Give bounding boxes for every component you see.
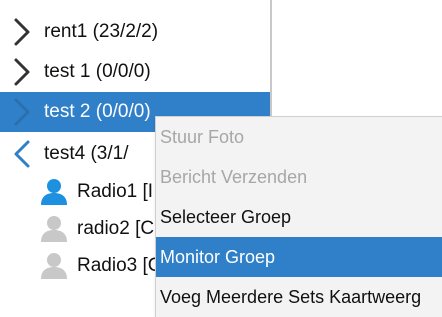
tree-user-label: Radio3 [C (77, 255, 162, 276)
menu-item-label: Voeg Meerdere Sets Kaartweerg (160, 286, 422, 307)
menu-item-label: Bericht Verzenden (160, 166, 308, 187)
menu-item-label: Monitor Groep (160, 246, 276, 267)
user-offline-icon (40, 252, 68, 280)
tree-group-test-1[interactable]: test 1 (0/0/0) (0, 52, 270, 92)
chevron-right-icon[interactable] (12, 57, 32, 87)
chevron-right-icon[interactable] (12, 17, 32, 47)
tree-group-label: rent1 (23/2/2) (44, 21, 159, 42)
tree-group-rent1[interactable]: rent1 (23/2/2) (0, 12, 270, 52)
user-offline-icon (40, 215, 68, 243)
tree-user-label: Radio1 [I (77, 181, 154, 202)
menu-item-bericht-verzenden: Bericht Verzenden (156, 157, 442, 197)
menu-item-label: Stuur Foto (160, 126, 245, 147)
tree-user-label: radio2 [C (77, 218, 155, 239)
menu-item-voeg-meerdere-sets-kaartweergave[interactable]: Voeg Meerdere Sets Kaartweerg (156, 277, 442, 317)
user-online-icon (40, 178, 68, 206)
menu-item-stuur-foto: Stuur Foto (156, 117, 442, 157)
tree-group-label: test 2 (0/0/0) (44, 101, 151, 122)
tree-group-label: test 1 (0/0/0) (44, 61, 151, 82)
chevron-right-icon[interactable] (12, 97, 32, 127)
menu-item-monitor-groep[interactable]: Monitor Groep (156, 237, 442, 277)
context-menu: Stuur Foto Bericht Verzenden Selecteer G… (155, 116, 442, 317)
chevron-down-icon[interactable] (12, 139, 32, 169)
tree-group-label: test4 (3/1/ (44, 143, 129, 164)
menu-item-selecteer-groep[interactable]: Selecteer Groep (156, 197, 442, 237)
menu-item-label: Selecteer Groep (160, 206, 292, 227)
